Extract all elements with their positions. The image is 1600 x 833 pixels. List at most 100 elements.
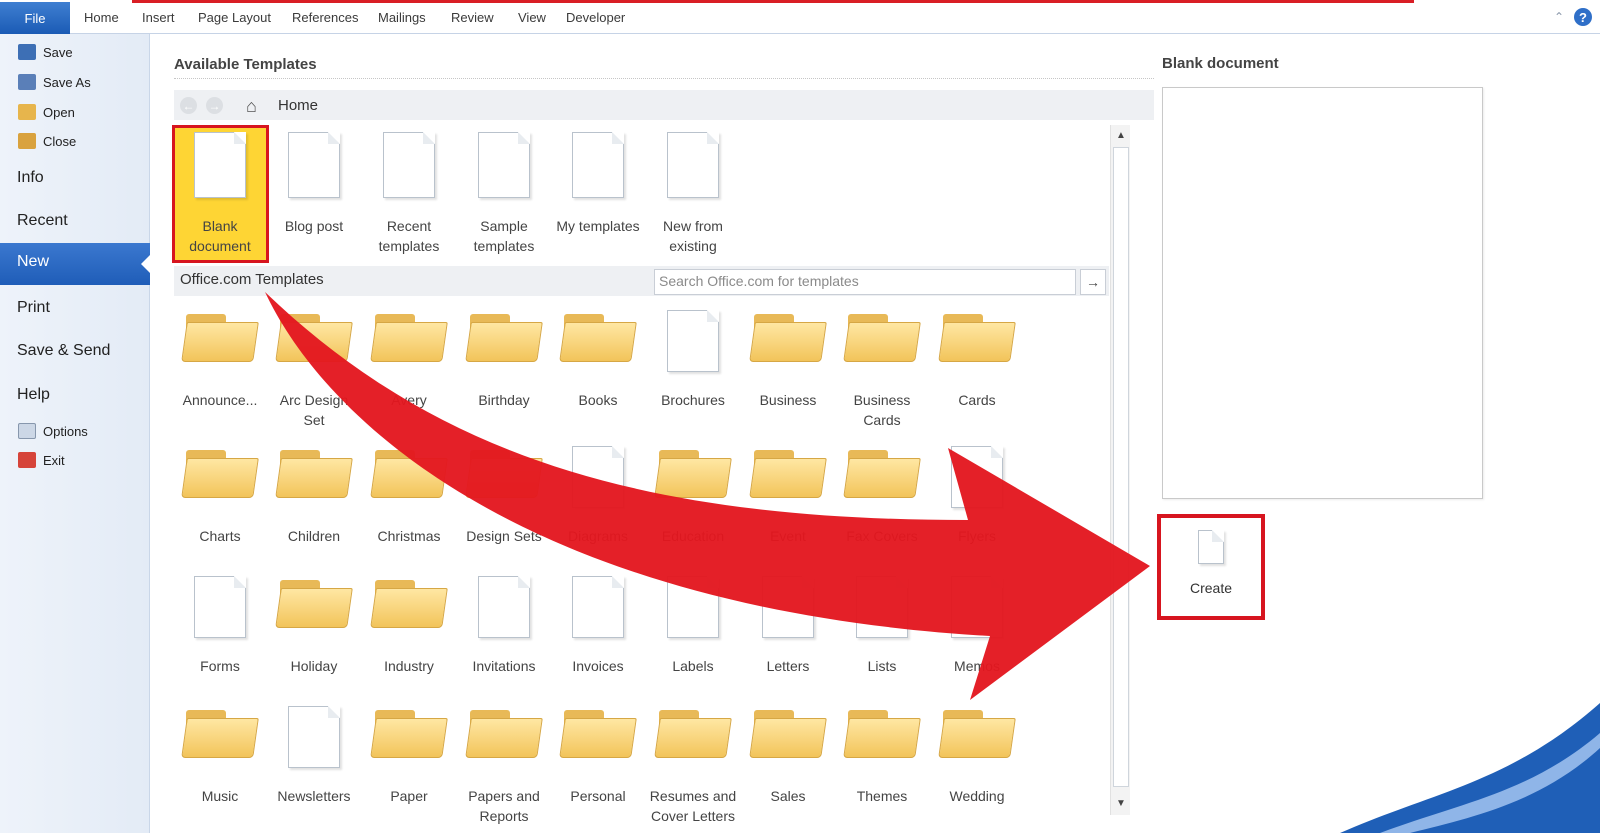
- office-template-item[interactable]: Invoices: [552, 576, 644, 676]
- office-template-label: Brochures: [661, 392, 725, 408]
- tab-mailings[interactable]: Mailings: [378, 10, 426, 25]
- minimize-ribbon-icon[interactable]: ⌃: [1554, 11, 1566, 23]
- folder-icon: [559, 706, 637, 760]
- office-template-item[interactable]: Birthday: [458, 310, 550, 410]
- home-icon[interactable]: ⌂: [246, 96, 257, 117]
- tab-review[interactable]: Review: [451, 10, 494, 25]
- tab-view[interactable]: View: [518, 10, 546, 25]
- office-template-item[interactable]: Personal: [552, 706, 644, 806]
- home-template-label: My templates: [556, 218, 640, 234]
- office-template-item[interactable]: Lists: [836, 576, 928, 676]
- forward-arrow-icon[interactable]: →: [206, 97, 223, 114]
- scroll-thumb[interactable]: [1113, 147, 1129, 787]
- scroll-up-icon[interactable]: ▲: [1111, 125, 1131, 145]
- save-as-icon: [18, 74, 36, 90]
- office-template-item[interactable]: Children: [268, 446, 360, 546]
- office-template-item[interactable]: Letters: [742, 576, 834, 676]
- home-template-2[interactable]: Recent templates: [363, 132, 455, 256]
- home-template-3[interactable]: Sample templates: [458, 132, 550, 256]
- tab-developer[interactable]: Developer: [566, 10, 625, 25]
- folder-icon: [181, 706, 259, 760]
- office-template-item[interactable]: Labels: [647, 576, 739, 676]
- office-template-item[interactable]: Invitations: [458, 576, 550, 676]
- nav-new[interactable]: New: [0, 243, 151, 285]
- nav-save-send[interactable]: Save & Send: [17, 342, 110, 360]
- preview-title: Blank document: [1162, 55, 1279, 72]
- home-template-4[interactable]: My templates: [552, 132, 644, 236]
- folder-icon: [749, 310, 827, 364]
- office-template-item[interactable]: Sales: [742, 706, 834, 806]
- office-template-label: Newsletters: [277, 788, 351, 804]
- help-icon[interactable]: ?: [1574, 8, 1592, 26]
- templates-scrollbar[interactable]: ▲ ▼: [1110, 125, 1130, 815]
- office-template-item[interactable]: Business Cards: [836, 310, 928, 430]
- nav-close[interactable]: Close: [18, 133, 76, 149]
- home-template-0[interactable]: Blank document: [174, 132, 266, 256]
- office-template-item[interactable]: Memos: [931, 576, 1023, 676]
- nav-new-label: New: [17, 253, 50, 270]
- office-template-item[interactable]: Papers and Reports: [458, 706, 550, 826]
- office-template-item[interactable]: Design Sets: [458, 446, 550, 546]
- office-template-item[interactable]: Cards: [931, 310, 1023, 410]
- home-breadcrumb[interactable]: Home: [278, 97, 318, 114]
- office-template-label: Memos: [954, 658, 1000, 674]
- home-template-5[interactable]: New from existing: [647, 132, 739, 256]
- blog-post-icon: [288, 132, 340, 198]
- office-template-item[interactable]: Brochures: [647, 310, 739, 410]
- office-template-item[interactable]: Flyers: [931, 446, 1023, 546]
- nav-open[interactable]: Open: [18, 104, 75, 120]
- back-arrow-icon[interactable]: ←: [180, 97, 197, 114]
- office-template-item[interactable]: Christmas: [363, 446, 455, 546]
- office-template-item[interactable]: Charts: [174, 446, 266, 546]
- office-template-label: Resumes and Cover Letters: [649, 788, 737, 824]
- nav-print[interactable]: Print: [17, 299, 50, 317]
- office-template-item[interactable]: Holiday: [268, 576, 360, 676]
- nav-options[interactable]: Options: [18, 423, 88, 439]
- office-template-item[interactable]: Newsletters: [268, 706, 360, 806]
- nav-save[interactable]: Save: [18, 44, 73, 60]
- office-template-label: Cards: [958, 392, 996, 408]
- file-tab[interactable]: File: [0, 2, 70, 34]
- create-button[interactable]: Create: [1157, 514, 1265, 620]
- tab-insert[interactable]: Insert: [142, 10, 175, 25]
- office-template-item[interactable]: Books: [552, 310, 644, 410]
- nav-info[interactable]: Info: [17, 169, 44, 187]
- template-document-icon: [478, 576, 530, 638]
- office-template-item[interactable]: Diagrams: [552, 446, 644, 546]
- template-document-icon: [951, 446, 1003, 508]
- nav-save-as[interactable]: Save As: [18, 74, 91, 90]
- office-template-item[interactable]: Avery: [363, 310, 455, 410]
- office-template-item[interactable]: Resumes and Cover Letters: [647, 706, 739, 826]
- nav-exit[interactable]: Exit: [18, 452, 65, 468]
- nav-recent[interactable]: Recent: [17, 212, 68, 230]
- office-template-item[interactable]: Announce...: [174, 310, 266, 410]
- tab-home[interactable]: Home: [84, 10, 119, 25]
- search-go-arrow-icon[interactable]: →: [1080, 269, 1106, 295]
- template-document-icon: [856, 576, 908, 638]
- office-template-item[interactable]: Arc Design Set: [268, 310, 360, 430]
- office-template-item[interactable]: Industry: [363, 576, 455, 676]
- office-template-item[interactable]: Education: [647, 446, 739, 546]
- office-template-item[interactable]: Themes: [836, 706, 928, 806]
- tab-references[interactable]: References: [292, 10, 358, 25]
- office-template-label: Forms: [200, 658, 240, 674]
- home-template-label: Sample templates: [473, 218, 535, 254]
- office-template-item[interactable]: Paper: [363, 706, 455, 806]
- office-template-item[interactable]: Forms: [174, 576, 266, 676]
- template-search-input[interactable]: Search Office.com for templates: [654, 269, 1076, 295]
- tab-page-layout[interactable]: Page Layout: [198, 10, 271, 25]
- nav-help[interactable]: Help: [17, 386, 50, 404]
- office-template-item[interactable]: Wedding: [931, 706, 1023, 806]
- office-template-item[interactable]: Music: [174, 706, 266, 806]
- home-template-1[interactable]: Blog post: [268, 132, 360, 236]
- create-document-icon: [1198, 530, 1224, 564]
- template-document-icon: [288, 706, 340, 768]
- folder-icon: [370, 576, 448, 630]
- ribbon-tab-bar: File Home Insert Page Layout References …: [0, 0, 1600, 34]
- office-template-item[interactable]: Event: [742, 446, 834, 546]
- office-template-item[interactable]: Fax Covers: [836, 446, 928, 546]
- scroll-down-icon[interactable]: ▼: [1111, 793, 1131, 813]
- folder-icon: [275, 576, 353, 630]
- template-document-icon: [951, 576, 1003, 638]
- office-template-item[interactable]: Business: [742, 310, 834, 410]
